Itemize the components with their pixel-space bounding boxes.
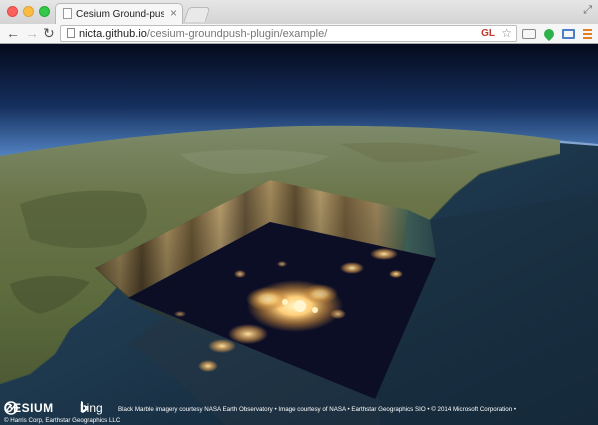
cast-icon[interactable] [562,29,575,39]
location-pin-icon[interactable] [541,26,557,42]
window-maximize-button[interactable] [39,6,50,17]
bing-logo[interactable]: bing [80,401,103,415]
address-bar[interactable]: nicta.github.io/cesium-groundpush-plugin… [60,25,517,42]
credits-bar: CESIUM bing Black Marble imagery courtes… [4,400,594,425]
cesium-viewport[interactable]: CESIUM bing Black Marble imagery courtes… [0,44,598,425]
url-path: /cesium-groundpush-plugin/example/ [146,28,328,40]
forward-arrow-icon[interactable]: → [25,25,39,41]
imagery-credit-line: Black Marble imagery courtesy NASA Earth… [118,406,517,413]
extension-icon[interactable] [522,29,536,39]
cesium-logo[interactable]: CESIUM [4,401,54,415]
cesium-logo-icon [4,401,18,415]
window-minimize-button[interactable] [23,6,34,17]
reload-icon[interactable]: ↻ [43,25,55,41]
url-host: nicta.github.io [79,28,147,40]
page-icon [67,28,75,38]
window-close-button[interactable] [7,6,18,17]
url-text[interactable]: nicta.github.io/cesium-groundpush-plugin… [79,27,327,41]
bing-logo-icon [81,401,88,413]
browser-titlebar: Cesium Ground-push Dem × ⤢ [0,0,598,24]
tab-title: Cesium Ground-push Dem [76,9,164,20]
menu-icon[interactable] [583,29,592,39]
imagery-credit-line-2: © Harris Corp, Earthstar Geographics LLC [4,417,121,424]
page-favicon-icon [63,8,72,19]
back-arrow-icon[interactable]: ← [6,25,20,41]
globe-scene [0,44,598,425]
gl-extension-badge[interactable]: GL [481,27,495,41]
browser-toolbar: ← → ↻ nicta.github.io/cesium-groundpush-… [0,24,598,44]
browser-tab[interactable]: Cesium Ground-push Dem × [55,3,183,24]
tab-close-icon[interactable]: × [170,7,177,20]
new-tab-button[interactable] [183,7,211,22]
bookmark-star-icon[interactable]: ☆ [501,26,512,41]
fullscreen-icon[interactable]: ⤢ [583,4,592,17]
